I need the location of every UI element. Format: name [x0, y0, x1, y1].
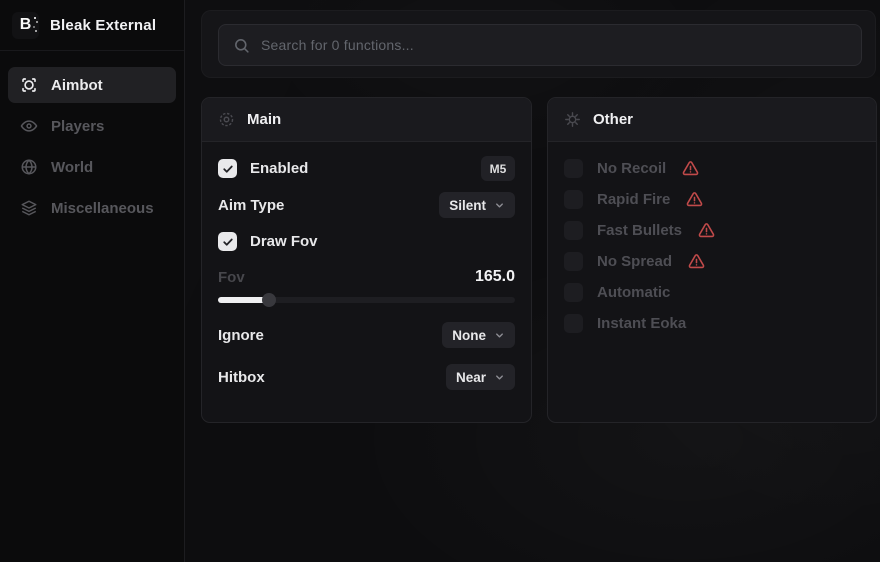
other-row-no-recoil: No Recoil: [564, 159, 860, 178]
hitbox-dropdown[interactable]: Near: [446, 364, 515, 390]
draw-fov-row: Draw Fov: [218, 229, 515, 254]
aim-type-dropdown[interactable]: Silent: [439, 192, 515, 218]
ignore-dropdown[interactable]: None: [442, 322, 515, 348]
main-panel-title: Main: [247, 111, 281, 128]
warning-icon: [698, 222, 715, 239]
layers-icon: [20, 199, 38, 217]
globe-icon: [20, 158, 38, 176]
other-panel-header: Other: [548, 98, 876, 142]
check-icon: [222, 236, 234, 248]
other-row-automatic: Automatic: [564, 283, 860, 302]
eye-icon: [20, 117, 38, 135]
ignore-label: Ignore: [218, 327, 264, 344]
draw-fov-label: Draw Fov: [250, 233, 318, 250]
fov-slider[interactable]: [218, 293, 515, 307]
ignore-value: None: [452, 328, 486, 343]
enabled-label: Enabled: [250, 160, 308, 177]
main-panel: Main Enabled M5 Aim Type Silent: [201, 97, 532, 423]
other-panel-title: Other: [593, 111, 633, 128]
search-input[interactable]: Search for 0 functions...: [218, 24, 862, 66]
search-panel: Search for 0 functions...: [201, 10, 876, 78]
aim-type-label: Aim Type: [218, 197, 284, 214]
sidebar-header: B Bleak External: [0, 0, 184, 51]
warning-icon: [682, 160, 699, 177]
ignore-row: Ignore None: [218, 322, 515, 348]
fov-slider-thumb[interactable]: [262, 293, 276, 307]
draw-fov-checkbox[interactable]: [218, 232, 237, 251]
no-spread-label: No Spread: [597, 253, 672, 270]
no-recoil-label: No Recoil: [597, 160, 666, 177]
logo-letter: B: [20, 16, 32, 34]
sidebar-item-label: World: [51, 159, 93, 176]
chevron-down-icon: [494, 330, 505, 341]
other-panel-body: No Recoil Rapid Fire Fast Bullets No Spr…: [548, 142, 876, 359]
no-spread-checkbox[interactable]: [564, 252, 583, 271]
other-row-instant-eoka: Instant Eoka: [564, 314, 860, 333]
other-row-rapid-fire: Rapid Fire: [564, 190, 860, 209]
sidebar-item-label: Miscellaneous: [51, 200, 154, 217]
instant-eoka-label: Instant Eoka: [597, 315, 686, 332]
other-row-fast-bullets: Fast Bullets: [564, 221, 860, 240]
enabled-row: Enabled M5: [218, 156, 515, 181]
aim-type-value: Silent: [449, 198, 486, 213]
fast-bullets-label: Fast Bullets: [597, 222, 682, 239]
enabled-checkbox[interactable]: [218, 159, 237, 178]
sidebar: B Bleak External Aimbot Players: [0, 0, 185, 562]
sidebar-item-label: Players: [51, 118, 104, 135]
sidebar-nav: Aimbot Players World: [0, 51, 184, 226]
fast-bullets-checkbox[interactable]: [564, 221, 583, 240]
app-logo: B: [12, 12, 39, 39]
aim-type-row: Aim Type Silent: [218, 192, 515, 218]
fov-label: Fov: [218, 269, 245, 286]
target-icon: [218, 111, 235, 128]
search-placeholder: Search for 0 functions...: [261, 37, 414, 53]
rapid-fire-checkbox[interactable]: [564, 190, 583, 209]
app-title: Bleak External: [50, 17, 156, 34]
warning-icon: [688, 253, 705, 270]
gear-icon: [564, 111, 581, 128]
sidebar-item-players[interactable]: Players: [8, 108, 176, 144]
other-panel: Other No Recoil Rapid Fire Fast Bullets: [547, 97, 877, 423]
fov-row: Fov 165.0: [218, 268, 515, 286]
hitbox-value: Near: [456, 370, 486, 385]
check-icon: [222, 163, 234, 175]
rapid-fire-label: Rapid Fire: [597, 191, 670, 208]
sidebar-item-aimbot[interactable]: Aimbot: [8, 67, 176, 103]
instant-eoka-checkbox[interactable]: [564, 314, 583, 333]
hitbox-row: Hitbox Near: [218, 364, 515, 390]
chevron-down-icon: [494, 372, 505, 383]
keybind-badge[interactable]: M5: [481, 156, 515, 181]
crosshair-icon: [20, 76, 38, 94]
hitbox-label: Hitbox: [218, 369, 265, 386]
sidebar-item-world[interactable]: World: [8, 149, 176, 185]
other-row-no-spread: No Spread: [564, 252, 860, 271]
automatic-checkbox[interactable]: [564, 283, 583, 302]
fov-value: 165.0: [475, 268, 515, 286]
sidebar-item-label: Aimbot: [51, 77, 103, 94]
chevron-down-icon: [494, 200, 505, 211]
warning-icon: [686, 191, 703, 208]
automatic-label: Automatic: [597, 284, 670, 301]
no-recoil-checkbox[interactable]: [564, 159, 583, 178]
main-panel-header: Main: [202, 98, 531, 142]
search-icon: [233, 37, 250, 54]
main-panel-body: Enabled M5 Aim Type Silent Draw Fov Fov: [202, 142, 531, 404]
sidebar-item-miscellaneous[interactable]: Miscellaneous: [8, 190, 176, 226]
